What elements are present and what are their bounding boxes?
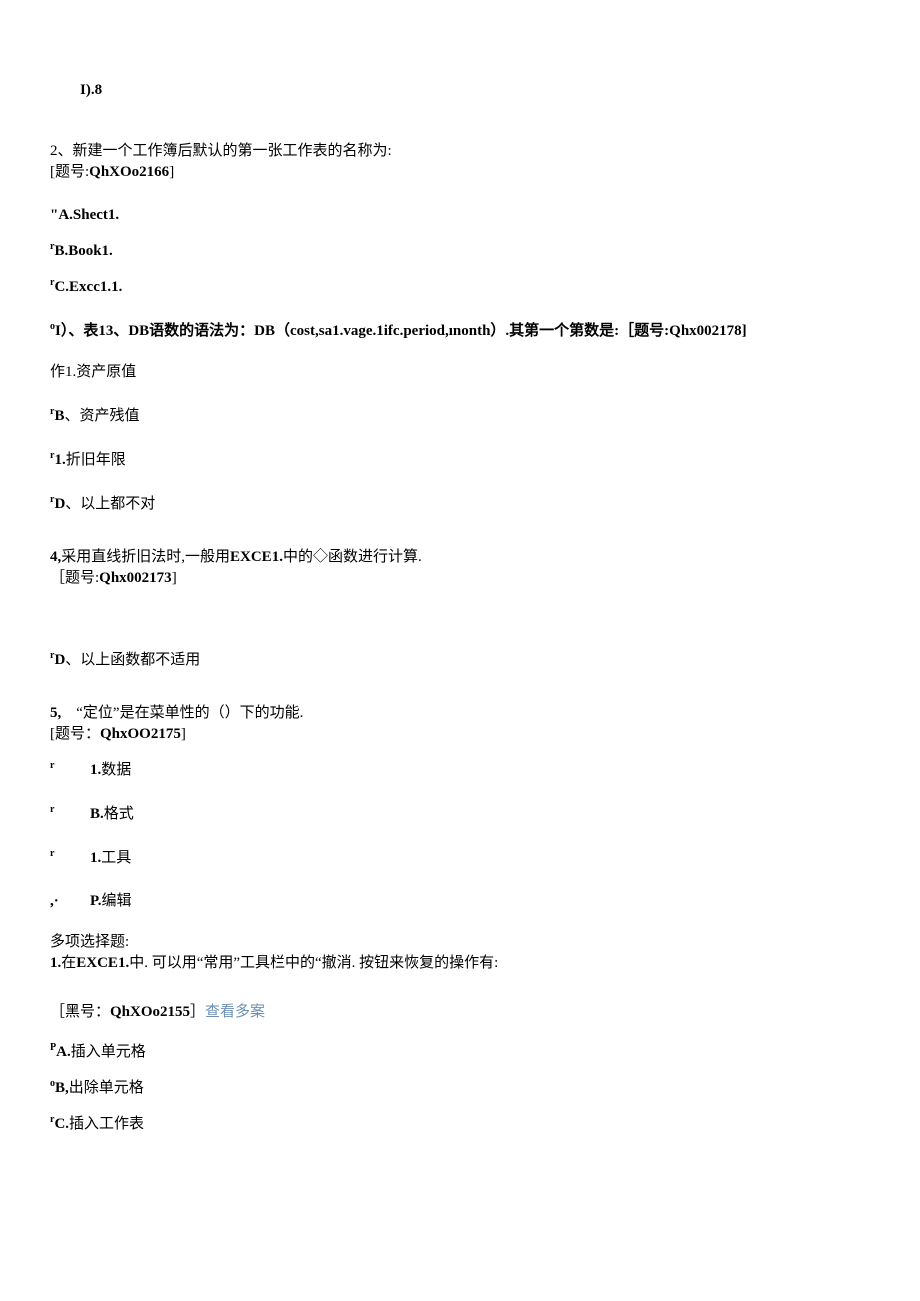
multi-q1-option-b: oB,出除单元格 — [50, 1077, 870, 1099]
q2-option-b: rB.Book1. — [50, 240, 870, 262]
q3-prompt: oI）、表13、DB语数的语法为：DB（cost,sa1.vage.1ifc.p… — [50, 320, 870, 342]
q2-code: [题号:QhXOo2166] — [50, 162, 870, 183]
q3-option-d: rD、以上都不对 — [50, 493, 870, 515]
q5-code: [题号：QhxOO2175] — [50, 724, 870, 745]
q5-option-b: rB.格式 — [50, 803, 870, 825]
multi-q1-prompt: 1.在EXCE1.中. 可以用“常用”工具栏中的“撤消. 按钮来恢复的操作有: — [50, 953, 870, 974]
multi-q1-code: ［黑号：QhXOo2155］查看多案 — [50, 1002, 870, 1023]
q4-option-d: rD、以上函数都不适用 — [50, 649, 870, 671]
q1-option-d: I).8 — [80, 80, 870, 101]
q5-option-c: r1.工具 — [50, 847, 870, 869]
q4-prompt: 4,采用直线折旧法时,一般用EXCE1.中的◇函数进行计算. — [50, 547, 870, 568]
q5-prompt: 5, “定位”是在菜单性的（）下的功能. — [50, 703, 870, 724]
view-answer-link[interactable]: 查看多案 — [205, 1004, 265, 1020]
q2-option-c: rC.Excc1.1. — [50, 276, 870, 298]
multi-header: 多项选择题: — [50, 932, 870, 953]
q4-block: 4,采用直线折旧法时,一般用EXCE1.中的◇函数进行计算. ［题号:Qhx00… — [50, 547, 870, 589]
q3-option-a: 作1.资产原值 — [50, 362, 870, 383]
q2-block: 2、新建一个工作簿后默认的第一张工作表的名称为: [题号:QhXOo2166] — [50, 141, 870, 183]
q2-option-a: "A.Shect1. — [50, 205, 870, 226]
q2-prompt: 2、新建一个工作簿后默认的第一张工作表的名称为: — [50, 141, 870, 162]
q3-option-c: r1.折旧年限 — [50, 449, 870, 471]
q3-option-b: rB、资产残值 — [50, 405, 870, 427]
q5-option-a: r1.数据 — [50, 759, 870, 781]
multi-q1-option-a: PA.插入单元格 — [50, 1041, 870, 1063]
q4-code: ［题号:Qhx002173] — [50, 568, 870, 589]
multi-q1-option-c: rC.插入工作表 — [50, 1113, 870, 1135]
q5-block: 5, “定位”是在菜单性的（）下的功能. [题号：QhxOO2175] — [50, 703, 870, 745]
q5-option-d: ,·P.编辑 — [50, 891, 870, 912]
